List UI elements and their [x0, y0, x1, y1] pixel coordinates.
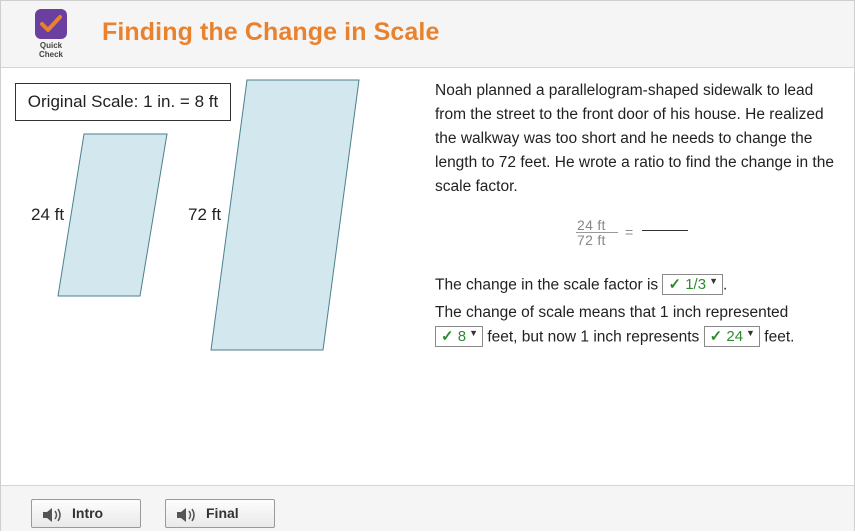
- chevron-down-icon: ▼: [469, 328, 479, 338]
- chevron-down-icon: ▼: [746, 328, 755, 338]
- question-1-text: The change in the scale factor is: [435, 276, 659, 294]
- final-button[interactable]: Final: [165, 499, 275, 528]
- footer-bar: Intro Final: [1, 485, 854, 531]
- small-parallelogram: [57, 133, 168, 297]
- speaker-icon: [42, 505, 64, 532]
- original-feet-dropdown[interactable]: ✓ 8 ▼: [435, 326, 484, 347]
- new-feet-value: 24: [726, 328, 744, 345]
- scale-factor-value: 1/3: [685, 276, 707, 293]
- answer-blank: [642, 230, 688, 231]
- ratio-denominator: 72 ft: [577, 232, 606, 248]
- question-1: The change in the scale factor is ✓ 1/3 ▼…: [435, 274, 728, 296]
- parallelogram-figure: [57, 79, 360, 351]
- original-feet-value: 8: [457, 328, 467, 345]
- new-feet-dropdown[interactable]: ✓ 24 ▼: [703, 326, 760, 347]
- scale-factor-dropdown[interactable]: ✓ 1/3 ▼: [662, 274, 723, 295]
- ratio-numerator: 24 ft: [577, 217, 606, 233]
- large-parallelogram: [210, 79, 360, 351]
- problem-passage: Noah planned a parallelogram-shaped side…: [435, 82, 834, 195]
- small-shape-label: 24 ft: [31, 205, 65, 224]
- question-2-mid: feet, but now 1 inch represents: [487, 328, 700, 346]
- large-shape-label: 72 ft: [188, 205, 222, 224]
- chevron-down-icon: ▼: [709, 276, 718, 286]
- check-icon: ✓: [441, 328, 454, 345]
- ratio-expression: 24 ft 72 ft =: [574, 217, 694, 251]
- question-2-end: feet.: [764, 328, 795, 346]
- speaker-icon: [176, 505, 198, 532]
- question-2-line2: ✓ 8 ▼ feet, but now 1 inch represents ✓ 2…: [435, 326, 795, 348]
- question-2-line1: The change of scale means that 1 inch re…: [435, 304, 789, 321]
- intro-button-label: Intro: [72, 505, 104, 521]
- check-icon: ✓: [709, 328, 723, 345]
- final-button-label: Final: [206, 505, 239, 521]
- question-1-end: .: [723, 276, 728, 294]
- equals-sign: =: [625, 224, 634, 240]
- intro-button[interactable]: Intro: [31, 499, 141, 528]
- check-icon: ✓: [668, 276, 682, 293]
